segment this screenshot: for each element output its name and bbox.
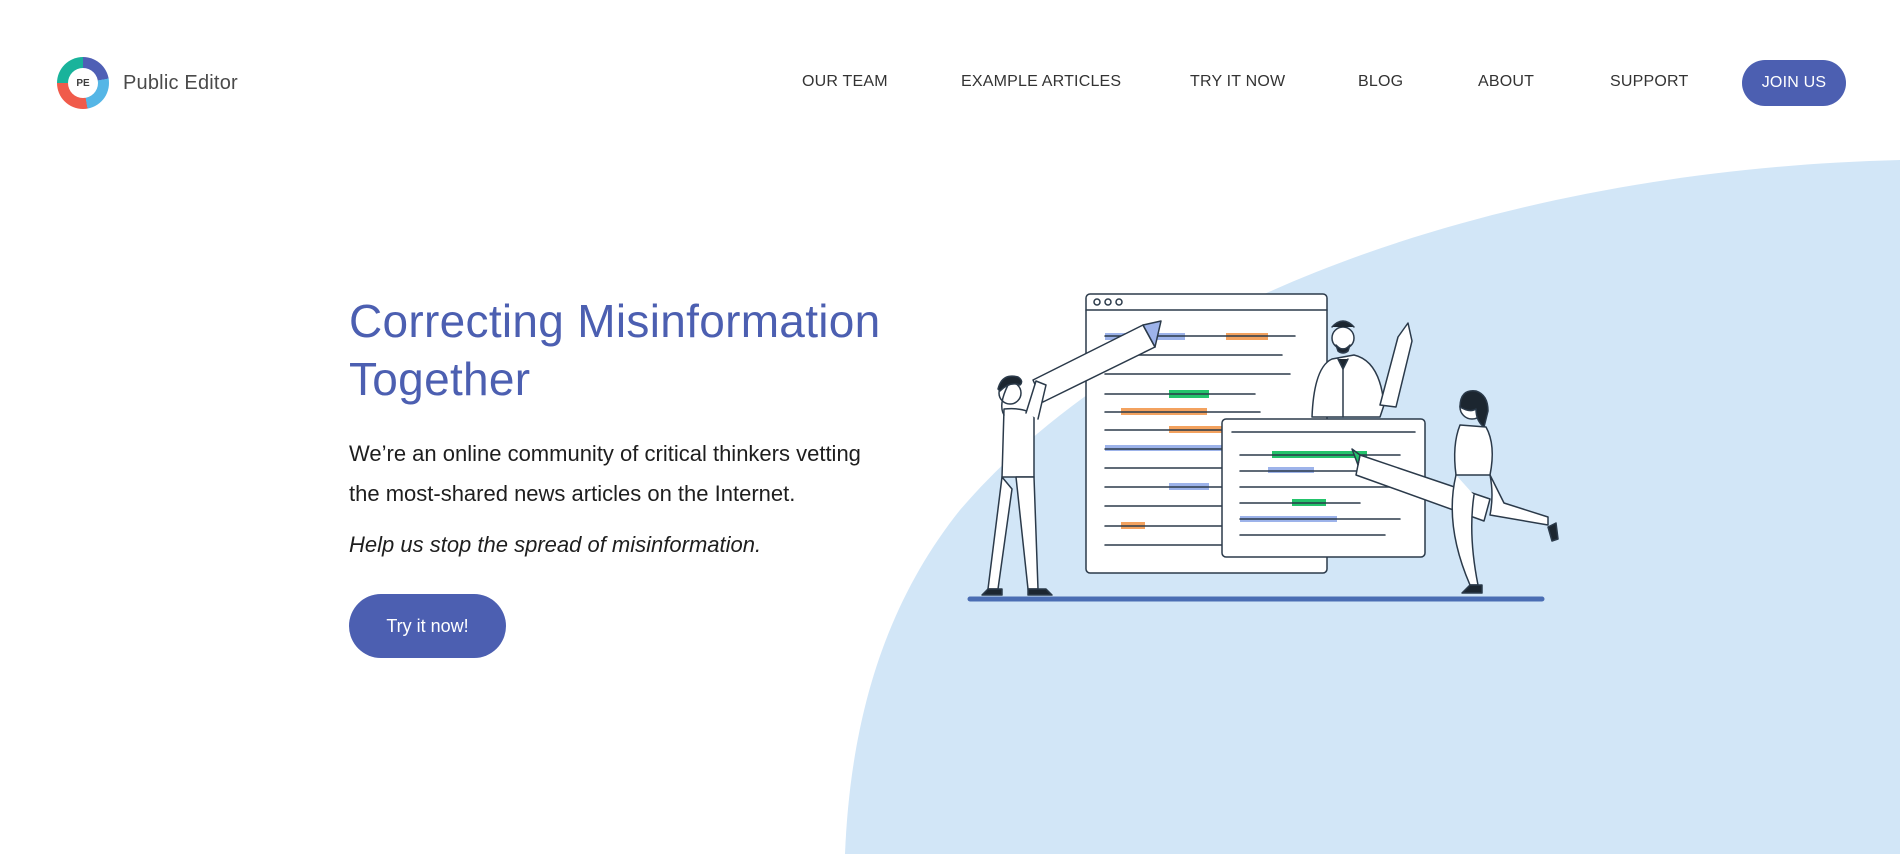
nav-example-articles[interactable]: EXAMPLE ARTICLES — [961, 73, 1121, 91]
hero-title-line-1: Correcting Misinformation — [349, 295, 881, 347]
people-highlighting-documents-illustration — [967, 293, 1559, 602]
nav-try-it-now[interactable]: TRY IT NOW — [1190, 73, 1285, 91]
join-us-button[interactable]: JOIN US — [1742, 60, 1846, 106]
nav-our-team[interactable]: OUR TEAM — [802, 73, 888, 91]
try-it-now-button[interactable]: Try it now! — [349, 594, 506, 658]
site-header: PE Public Editor OUR TEAM EXAMPLE ARTICL… — [0, 0, 1900, 165]
nav-blog[interactable]: BLOG — [1358, 73, 1403, 91]
nav-about[interactable]: ABOUT — [1478, 73, 1534, 91]
nav-support[interactable]: SUPPORT — [1610, 73, 1688, 91]
main-nav: OUR TEAM EXAMPLE ARTICLES TRY IT NOW BLO… — [0, 60, 1900, 106]
hero-description: We’re an online community of critical th… — [349, 441, 861, 506]
hero-title: Correcting Misinformation Together — [349, 292, 909, 408]
hero-tagline: Help us stop the spread of misinformatio… — [349, 532, 762, 557]
hero-title-line-2: Together — [349, 353, 531, 405]
hero-section: Correcting Misinformation Together We’re… — [349, 292, 909, 658]
